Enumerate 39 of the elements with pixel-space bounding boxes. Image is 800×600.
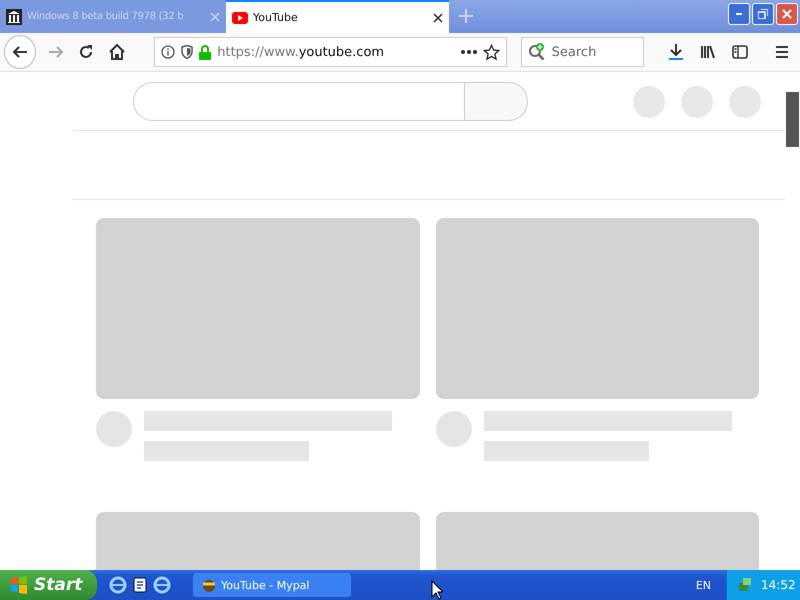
clock: 14:52: [761, 578, 796, 592]
url-text: https://www.youtube.com: [217, 44, 384, 60]
start-button[interactable]: Start: [0, 570, 97, 600]
avatar-placeholder: [436, 411, 472, 447]
scrollbar-thumb[interactable]: [786, 92, 799, 147]
search-button-placeholder: [464, 82, 528, 121]
info-icon[interactable]: [161, 45, 176, 59]
close-icon: [782, 9, 792, 19]
browser-icon[interactable]: [153, 576, 171, 594]
more-icon[interactable]: [460, 50, 477, 54]
sidebar-icon[interactable]: [730, 43, 749, 61]
download-icon[interactable]: [666, 43, 685, 61]
address-bar[interactable]: https://www.youtube.com: [154, 37, 507, 67]
browser-icon[interactable]: [109, 576, 127, 594]
close-button[interactable]: [776, 3, 798, 25]
taskbar-button[interactable]: YouTube - Mypal: [193, 573, 351, 597]
avatar-placeholder: [96, 411, 132, 447]
app-icon: [201, 577, 217, 593]
language-indicator[interactable]: EN: [696, 578, 711, 592]
minimize-button[interactable]: [728, 3, 750, 25]
document-icon[interactable]: [131, 576, 149, 594]
back-button[interactable]: [4, 35, 36, 69]
minimize-icon: [736, 13, 742, 15]
library-icon[interactable]: [698, 43, 717, 61]
restore-button[interactable]: [752, 3, 774, 25]
close-icon[interactable]: [433, 12, 443, 22]
restore-icon: [758, 9, 768, 19]
play-icon: [232, 12, 248, 24]
search-icon: [528, 43, 546, 61]
browser-tab[interactable]: YouTube: [226, 0, 449, 33]
home-icon[interactable]: [108, 43, 126, 61]
windows-flag-icon: [10, 576, 28, 594]
mouse-pointer-icon: [431, 580, 443, 600]
star-icon[interactable]: [482, 44, 500, 60]
search-placeholder: Search: [552, 44, 596, 60]
lock-icon[interactable]: [199, 44, 212, 60]
search-field[interactable]: Search: [520, 37, 644, 67]
building-icon: [6, 8, 22, 24]
shield-icon[interactable]: [181, 45, 194, 59]
